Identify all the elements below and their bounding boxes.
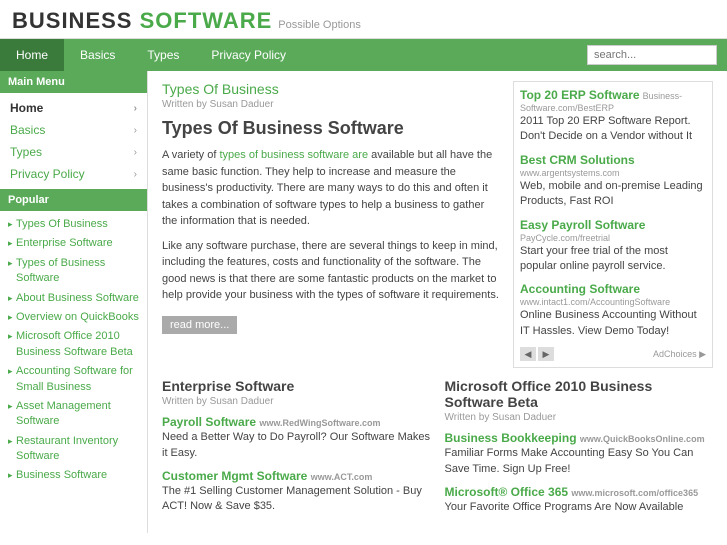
ad-prev-button[interactable]: ◀: [520, 347, 536, 361]
office365-url: www.microsoft.com/office365: [571, 488, 698, 498]
ad-url-2: www.argentsystems.com: [520, 168, 620, 178]
ad-block: Top 20 ERP Software Business-Software.co…: [513, 81, 713, 368]
arrow-icon: ›: [134, 125, 137, 136]
sidebar-menu: Home › Basics › Types › Privacy Policy ›: [0, 93, 147, 189]
sidebar-item-types[interactable]: Types ›: [0, 141, 147, 163]
content-area: Types Of Business Written by Susan Dadue…: [148, 71, 727, 533]
arrow-icon: ›: [134, 147, 137, 158]
logo-text: BUSINESS SOFTWARE: [12, 8, 272, 34]
microsoft-title: Microsoft Office 2010 Business Software …: [445, 378, 714, 410]
logo: BUSINESS SOFTWARE Possible Options: [12, 8, 715, 34]
written-by: Written by Susan Daduer: [162, 99, 499, 110]
main-layout: Main Menu Home › Basics › Types › Privac…: [0, 71, 727, 533]
bookkeeping-url: www.QuickBooksOnline.com: [580, 434, 705, 444]
popular-list: Types Of Business Enterprise Software Ty…: [0, 211, 147, 490]
ad-next-button[interactable]: ▶: [538, 347, 554, 361]
ad-navigation: ◀ ▶ AdChoices ▶: [520, 347, 706, 361]
main-menu-title: Main Menu: [0, 71, 147, 93]
ad-nav-buttons: ◀ ▶: [520, 347, 554, 361]
search-input[interactable]: [587, 45, 717, 65]
microsoft-article: Microsoft Office 2010 Business Software …: [445, 378, 714, 523]
enterprise-link-1: Payroll Software www.RedWingSoftware.com…: [162, 415, 431, 461]
arrow-icon: ›: [134, 169, 137, 180]
article-title: Types Of Business Software: [162, 118, 499, 139]
microsoft-link-1: Business Bookkeeping www.QuickBooksOnlin…: [445, 431, 714, 477]
sidebar: Main Menu Home › Basics › Types › Privac…: [0, 71, 148, 533]
article-body-1: A variety of types of business software …: [162, 147, 499, 230]
popular-item[interactable]: Accounting Software for Small Business: [8, 362, 139, 397]
ad-link-4[interactable]: Accounting Software: [520, 282, 640, 296]
ad-desc-1: 2011 Top 20 ERP Software Report. Don't D…: [520, 114, 706, 145]
enterprise-article: Enterprise Software Written by Susan Dad…: [162, 378, 431, 523]
ad-link-1[interactable]: Top 20 ERP Software: [520, 88, 640, 102]
arrow-icon: ›: [134, 103, 137, 114]
ad-desc-4: Online Business Accounting Without IT Ha…: [520, 308, 706, 339]
payroll-desc: Need a Better Way to Do Payroll? Our Sof…: [162, 430, 431, 461]
nav-types[interactable]: Types: [131, 39, 195, 71]
ad-desc-3: Start your free trial of the most popula…: [520, 244, 706, 275]
microsoft-written-by: Written by Susan Daduer: [445, 412, 714, 423]
popular-title: Popular: [0, 189, 147, 211]
crm-url: www.ACT.com: [311, 472, 373, 482]
sidebar-item-basics[interactable]: Basics ›: [0, 119, 147, 141]
enterprise-link-crm[interactable]: Customer Mgmt Software www.ACT.com: [162, 469, 431, 483]
ads-column: Top 20 ERP Software Business-Software.co…: [513, 81, 713, 368]
popular-item[interactable]: Restaurant Inventory Software: [8, 432, 139, 467]
sidebar-item-privacy[interactable]: Privacy Policy ›: [0, 163, 147, 185]
article-body-2: Like any software purchase, there are se…: [162, 238, 499, 304]
logo-tagline: Possible Options: [278, 19, 361, 31]
office365-desc: Your Favorite Office Programs Are Now Av…: [445, 500, 714, 515]
popular-item[interactable]: About Business Software: [8, 289, 139, 308]
enterprise-link-2: Customer Mgmt Software www.ACT.com The #…: [162, 469, 431, 515]
ad-item-1: Top 20 ERP Software Business-Software.co…: [520, 88, 706, 145]
navbar: Home Basics Types Privacy Policy: [0, 39, 727, 71]
inline-link[interactable]: types of business software are: [219, 149, 368, 161]
popular-item[interactable]: Types of Business Software: [8, 254, 139, 289]
bottom-columns: Enterprise Software Written by Susan Dad…: [162, 378, 713, 523]
sidebar-item-home[interactable]: Home ›: [0, 97, 147, 119]
ad-choices-label: AdChoices ▶: [653, 349, 706, 360]
page-title: Types Of Business: [162, 81, 499, 97]
header: BUSINESS SOFTWARE Possible Options: [0, 0, 727, 39]
nav-home[interactable]: Home: [0, 39, 64, 71]
read-more-button[interactable]: read more...: [162, 316, 237, 334]
enterprise-link-payroll[interactable]: Payroll Software www.RedWingSoftware.com: [162, 415, 431, 429]
logo-software: SOFTWARE: [140, 8, 273, 33]
ms-link-office365[interactable]: Microsoft® Office 365 www.microsoft.com/…: [445, 485, 714, 499]
ad-link-3[interactable]: Easy Payroll Software: [520, 218, 645, 232]
enterprise-title: Enterprise Software: [162, 378, 431, 394]
popular-item[interactable]: Microsoft Office 2010 Business Software …: [8, 327, 139, 362]
top-columns: Types Of Business Written by Susan Dadue…: [162, 81, 713, 368]
ad-item-4: Accounting Software www.intact1.com/Acco…: [520, 282, 706, 339]
crm-desc: The #1 Selling Customer Management Solut…: [162, 484, 431, 515]
popular-item[interactable]: Asset Management Software: [8, 397, 139, 432]
ad-url-4: www.intact1.com/AccountingSoftware: [520, 297, 670, 307]
search-area: [587, 45, 727, 65]
popular-item[interactable]: Overview on QuickBooks: [8, 308, 139, 327]
popular-section: Popular Types Of Business Enterprise Sof…: [0, 189, 147, 490]
ms-link-bookkeeping[interactable]: Business Bookkeeping www.QuickBooksOnlin…: [445, 431, 714, 445]
popular-item[interactable]: Enterprise Software: [8, 234, 139, 253]
main-article: Types Of Business Written by Susan Dadue…: [162, 81, 499, 368]
bookkeeping-desc: Familiar Forms Make Accounting Easy So Y…: [445, 446, 714, 477]
microsoft-link-2: Microsoft® Office 365 www.microsoft.com/…: [445, 485, 714, 515]
logo-business: BUSINESS: [12, 8, 132, 33]
nav-privacy[interactable]: Privacy Policy: [195, 39, 302, 71]
popular-item[interactable]: Business Software: [8, 466, 139, 485]
ad-item-3: Easy Payroll Software PayCycle.com/freet…: [520, 218, 706, 275]
ad-desc-2: Web, mobile and on-premise Leading Produ…: [520, 179, 706, 210]
ad-item-2: Best CRM Solutions www.argentsystems.com…: [520, 153, 706, 210]
payroll-url: www.RedWingSoftware.com: [259, 418, 380, 428]
ad-url-3: PayCycle.com/freetrial: [520, 233, 610, 243]
nav-basics[interactable]: Basics: [64, 39, 131, 71]
ad-link-2[interactable]: Best CRM Solutions: [520, 153, 635, 167]
enterprise-written-by: Written by Susan Daduer: [162, 396, 431, 407]
popular-item[interactable]: Types Of Business: [8, 215, 139, 234]
